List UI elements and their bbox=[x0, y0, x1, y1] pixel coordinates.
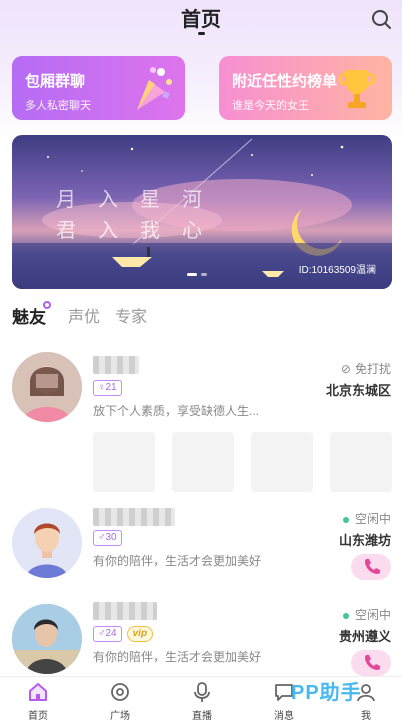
male-icon: ♂ bbox=[98, 628, 106, 639]
promo-card-nearby-ranking[interactable]: 附近任性约榜单 谁是今天的女王 bbox=[219, 56, 392, 120]
user-bio: 有你的陪伴，生活才会更加美好 bbox=[93, 650, 262, 664]
header: 首页 bbox=[0, 0, 402, 46]
status-text: 空闲中 bbox=[354, 608, 391, 622]
carousel-indicator bbox=[187, 273, 227, 276]
age-badge: ♀21 bbox=[93, 380, 122, 396]
nav-square[interactable]: 广场 bbox=[90, 677, 150, 720]
tab-shengyou[interactable]: 声优 bbox=[68, 303, 100, 327]
search-button[interactable] bbox=[370, 8, 392, 30]
status-label: ⊘ 免打扰 bbox=[341, 360, 391, 377]
nav-live[interactable]: 直播 bbox=[172, 677, 232, 720]
photo-placeholder[interactable] bbox=[172, 432, 234, 492]
user-card[interactable]: ♀21 放下个人素质，享受缺德人生... ⊘ 免打扰 北京东城区 bbox=[0, 352, 402, 502]
promo-card-subtitle: 谁是今天的女王 bbox=[232, 100, 309, 112]
status-label: 空闲中 bbox=[342, 606, 391, 623]
user-badges: ♂30 bbox=[93, 530, 122, 546]
search-icon bbox=[372, 10, 391, 29]
username-blurred bbox=[93, 356, 139, 374]
vip-badge: vip bbox=[126, 626, 154, 642]
promo-card-group-chat[interactable]: 包厢群聊 多人私密聊天 bbox=[12, 56, 185, 120]
photo-placeholder[interactable] bbox=[330, 432, 392, 492]
tab-active-dot bbox=[43, 301, 51, 309]
title-indicator bbox=[198, 32, 205, 35]
user-location: 山东潍坊 bbox=[338, 533, 391, 548]
user-badges: ♀21 bbox=[93, 380, 122, 396]
voice-call-button[interactable] bbox=[351, 554, 391, 580]
age-value: 24 bbox=[105, 628, 117, 639]
status-text: 免打扰 bbox=[354, 362, 391, 376]
online-dot bbox=[342, 516, 349, 523]
promo-cards: 包厢群聊 多人私密聊天 附近任性约榜单 谁是今天的女王 bbox=[12, 56, 392, 122]
default-male-avatar-icon bbox=[12, 508, 82, 578]
watermark-logo: PP助手 bbox=[291, 682, 362, 704]
avatar-photo bbox=[12, 352, 82, 422]
do-not-disturb-icon: ⊘ bbox=[340, 362, 351, 376]
voice-call-button[interactable] bbox=[351, 650, 391, 676]
user-location: 贵州遵义 bbox=[338, 629, 391, 644]
plaza-icon bbox=[111, 683, 129, 701]
username-blurred bbox=[93, 602, 157, 620]
photo-placeholder[interactable] bbox=[93, 432, 155, 492]
home-icon bbox=[29, 683, 47, 701]
promo-card-title: 包厢群聊 bbox=[25, 73, 86, 90]
avatar[interactable] bbox=[12, 508, 82, 578]
status-label: 空闲中 bbox=[342, 510, 391, 527]
tab-meiyou[interactable]: 魅友 bbox=[12, 303, 46, 328]
nav-label: 广场 bbox=[110, 711, 130, 720]
status-text: 空闲中 bbox=[354, 512, 391, 526]
age-badge: ♂30 bbox=[93, 530, 122, 546]
user-badges: ♂24 vip bbox=[93, 626, 154, 642]
nav-label: 直播 bbox=[192, 711, 212, 720]
user-bio: 放下个人素质，享受缺德人生... bbox=[93, 404, 260, 418]
avatar[interactable] bbox=[12, 352, 82, 422]
online-dot bbox=[342, 612, 349, 619]
user-photos bbox=[93, 432, 393, 492]
promo-card-title: 附近任性约榜单 bbox=[232, 73, 338, 90]
male-icon: ♂ bbox=[98, 532, 106, 543]
microphone-icon bbox=[194, 682, 210, 702]
nav-label: 消息 bbox=[274, 711, 294, 720]
nav-home[interactable]: 首页 bbox=[8, 677, 68, 720]
promo-card-subtitle: 多人私密聊天 bbox=[25, 100, 91, 112]
trophy-icon bbox=[338, 70, 376, 108]
banner-carousel[interactable]: 月入星河 君入我心 ID:10163509温澜 bbox=[12, 135, 392, 289]
age-value: 21 bbox=[105, 382, 117, 393]
photo-placeholder[interactable] bbox=[251, 432, 313, 492]
phone-icon bbox=[365, 655, 380, 670]
category-tabs: 魅友 声优 专家 bbox=[12, 301, 392, 331]
nav-label: 我 bbox=[361, 711, 371, 720]
age-badge: ♂24 bbox=[93, 626, 122, 642]
page-title: 首页 bbox=[181, 9, 221, 31]
phone-icon bbox=[365, 559, 380, 574]
user-location: 北京东城区 bbox=[325, 383, 391, 398]
banner-credit: ID:10163509温澜 bbox=[298, 265, 376, 276]
user-card[interactable]: ♂30 有你的陪伴，生活才会更加美好 空闲中 山东潍坊 bbox=[0, 506, 402, 586]
avatar-photo bbox=[12, 604, 82, 674]
banner-poem-line: 月入星河 bbox=[56, 187, 224, 211]
tab-zhuanjia[interactable]: 专家 bbox=[115, 303, 147, 327]
user-bio: 有你的陪伴，生活才会更加美好 bbox=[93, 554, 262, 568]
party-popper-icon bbox=[137, 67, 172, 110]
username-blurred bbox=[93, 508, 175, 526]
user-card[interactable]: ♂24 vip 有你的陪伴，生活才会更加美好 空闲中 贵州遵义 bbox=[0, 602, 402, 678]
nav-label: 首页 bbox=[28, 711, 48, 720]
banner-poem-line: 君入我心 bbox=[56, 218, 224, 242]
avatar[interactable] bbox=[12, 604, 82, 674]
age-value: 30 bbox=[105, 532, 117, 543]
female-icon: ♀ bbox=[98, 382, 106, 393]
